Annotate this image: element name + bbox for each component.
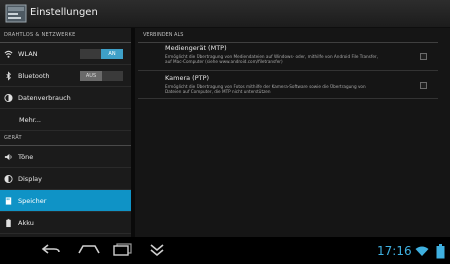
bluetooth-toggle[interactable]: AUS <box>80 71 123 81</box>
status-clock: 17:16 <box>377 244 412 258</box>
mtp-checkbox[interactable] <box>420 53 427 60</box>
sidebar-item-label: WLAN <box>18 50 38 58</box>
option-ptp[interactable]: Kamera (PTP) Ermöglicht die Übertragung … <box>165 74 420 95</box>
option-description-line: Dateien auf Computer, die MTP nicht unte… <box>165 89 271 95</box>
back-icon[interactable] <box>40 242 62 256</box>
sidebar-item-label: Speicher <box>18 197 47 205</box>
option-title: Kamera (PTP) <box>165 74 210 82</box>
sidebar-item-label: Töne <box>18 153 34 161</box>
sidebar-item-mehr[interactable]: Mehr... <box>0 109 131 131</box>
storage-icon <box>5 197 12 205</box>
sidebar-item-akku[interactable]: Akku <box>0 212 131 234</box>
toggle-state: AN <box>101 49 123 59</box>
settings-app-icon[interactable] <box>5 3 27 24</box>
sidebar-item-bluetooth[interactable]: Bluetooth AUS <box>0 65 131 87</box>
option-description: Ermöglicht die Übertragung von Fotos mit… <box>165 84 420 95</box>
section-header-connect-as: VERBINDEN ALS <box>138 32 438 43</box>
sidebar-item-speicher[interactable]: Speicher <box>0 190 131 212</box>
section-header-device: GERÄT <box>0 131 131 146</box>
divider <box>138 98 438 99</box>
sidebar-item-label: Display <box>18 175 42 183</box>
sidebar-item-label: Datenverbrauch <box>18 94 71 102</box>
option-description: Ermöglicht die Übertragung von Mediendat… <box>165 54 420 65</box>
option-description-line: auf Mac-Computer (siehe www.android.com/… <box>165 59 283 65</box>
action-bar: Einstellungen <box>0 0 450 28</box>
sidebar-item-toene[interactable]: Töne <box>0 146 131 168</box>
page-title: Einstellungen <box>30 7 98 18</box>
sound-icon <box>4 153 12 161</box>
sidebar-item-wlan[interactable]: WLAN AN <box>0 43 131 65</box>
wifi-signal-icon <box>415 246 429 256</box>
battery-status-icon <box>436 244 445 259</box>
battery-icon <box>6 218 11 228</box>
hide-keyboard-icon[interactable] <box>149 242 165 258</box>
recent-apps-icon[interactable] <box>112 242 134 256</box>
sidebar-item-label: Akku <box>18 219 34 227</box>
display-icon <box>4 174 13 184</box>
divider <box>138 70 438 71</box>
data-usage-icon <box>4 93 13 103</box>
sidebar-item-label: Bluetooth <box>18 72 50 80</box>
ptp-checkbox[interactable] <box>420 82 427 89</box>
section-header-wireless: DRAHTLOS & NETZWERKE <box>0 28 131 43</box>
wifi-icon <box>4 50 13 58</box>
sidebar-item-display[interactable]: Display <box>0 168 131 190</box>
home-icon[interactable] <box>77 242 101 256</box>
wlan-toggle[interactable]: AN <box>80 49 123 59</box>
option-title: Mediengerät (MTP) <box>165 44 227 52</box>
usb-connection-panel: VERBINDEN ALS Mediengerät (MTP) Ermöglic… <box>135 28 450 237</box>
toggle-state: AUS <box>80 71 102 81</box>
settings-sidebar: DRAHTLOS & NETZWERKE WLAN AN Bluetooth A… <box>0 28 131 237</box>
sidebar-item-datenverbrauch[interactable]: Datenverbrauch <box>0 87 131 109</box>
option-mtp[interactable]: Mediengerät (MTP) Ermöglicht die Übertra… <box>165 44 420 65</box>
sidebar-item-label: Mehr... <box>19 116 42 124</box>
bluetooth-icon <box>6 71 11 81</box>
